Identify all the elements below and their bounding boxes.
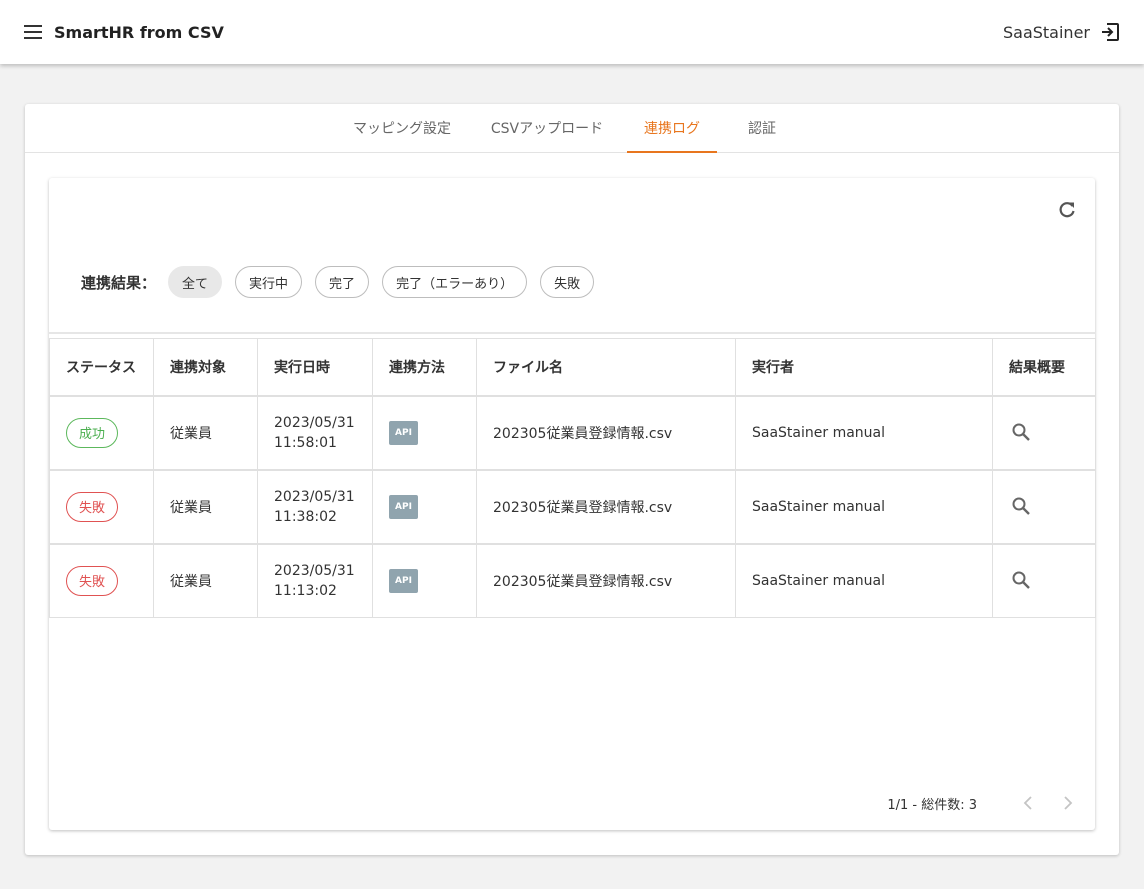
tab-bar: マッピング設定 CSVアップロード 連携ログ 認証 <box>25 104 1119 153</box>
search-icon[interactable] <box>1009 420 1033 444</box>
time-text: 11:38:02 <box>274 508 337 525</box>
filter-chip-complete[interactable]: 完了 <box>315 266 370 298</box>
main-card: マッピング設定 CSVアップロード 連携ログ 認証 連携結果： 全て 実行中 完… <box>25 104 1119 855</box>
target-cell: 従業員 <box>153 394 258 470</box>
table-row: 失敗 従業員 2023/05/31 11:38:02 API 202305従業員登… <box>49 468 1096 544</box>
table-row: 成功 従業員 2023/05/31 11:58:01 API 202305従業員登… <box>49 394 1096 470</box>
header-datetime: 実行日時 <box>257 338 373 396</box>
filter-label: 連携結果： <box>81 273 157 292</box>
user-name: SaaStainer <box>1002 22 1090 42</box>
executor-cell: SaaStainer manual <box>735 394 993 470</box>
chevron-right-icon[interactable] <box>1055 790 1081 816</box>
app-bar: SmartHR from CSV SaaStainer <box>0 0 1144 64</box>
status-badge: 失敗 <box>66 491 118 522</box>
date-text: 2023/05/31 <box>274 414 355 431</box>
filter-chip-failed[interactable]: 失敗 <box>540 266 595 298</box>
filename-cell: 202305従業員登録情報.csv <box>476 394 736 470</box>
filter-chip-running[interactable]: 実行中 <box>235 266 303 298</box>
menu-icon[interactable] <box>22 21 44 43</box>
filter-chip-complete-with-errors[interactable]: 完了（エラーあり） <box>382 266 528 298</box>
divider <box>49 332 1095 334</box>
filename-cell: 202305従業員登録情報.csv <box>476 468 736 544</box>
header-filename: ファイル名 <box>476 338 736 396</box>
filter-row: 連携結果： 全て 実行中 完了 完了（エラーあり） 失敗 <box>81 266 607 298</box>
filter-chip-all[interactable]: 全て <box>168 266 223 298</box>
table-header-row: ステータス 連携対象 実行日時 連携方法 ファイル名 実行者 結果概要 <box>49 338 1096 396</box>
executor-cell: SaaStainer manual <box>735 542 993 618</box>
header-status: ステータス <box>49 338 154 396</box>
date-text: 2023/05/31 <box>274 562 355 579</box>
header-method: 連携方法 <box>372 338 477 396</box>
pagination: 1/1 - 総件数: 3 <box>887 790 1081 816</box>
search-icon[interactable] <box>1009 568 1033 592</box>
logout-icon[interactable] <box>1098 20 1122 44</box>
filename-cell: 202305従業員登録情報.csv <box>476 542 736 618</box>
refresh-icon[interactable] <box>1055 198 1079 222</box>
api-badge: API <box>389 568 418 593</box>
header-target: 連携対象 <box>153 338 258 396</box>
date-text: 2023/05/31 <box>274 488 355 505</box>
target-cell: 従業員 <box>153 468 258 544</box>
executor-cell: SaaStainer manual <box>735 468 993 544</box>
table-row: 失敗 従業員 2023/05/31 11:13:02 API 202305従業員登… <box>49 542 1096 618</box>
tab-mapping[interactable]: マッピング設定 <box>337 104 467 152</box>
page-info: 1/1 - 総件数: 3 <box>887 797 977 813</box>
header-summary: 結果概要 <box>992 338 1096 396</box>
log-card: 連携結果： 全て 実行中 完了 完了（エラーあり） 失敗 ステータス 連携対象 … <box>49 178 1096 830</box>
status-badge: 成功 <box>66 417 118 448</box>
api-badge: API <box>389 494 418 519</box>
target-cell: 従業員 <box>153 542 258 618</box>
chevron-left-icon[interactable] <box>1015 790 1041 816</box>
tab-csv-upload[interactable]: CSVアップロード <box>467 104 627 152</box>
time-text: 11:58:01 <box>274 434 337 451</box>
api-badge: API <box>389 420 418 445</box>
time-text: 11:13:02 <box>274 582 337 599</box>
status-badge: 失敗 <box>66 565 118 596</box>
log-table: ステータス 連携対象 実行日時 連携方法 ファイル名 実行者 結果概要 成功 従… <box>49 338 1096 618</box>
app-title: SmartHR from CSV <box>54 22 224 42</box>
header-executor: 実行者 <box>735 338 993 396</box>
search-icon[interactable] <box>1009 494 1033 518</box>
tab-sync-log[interactable]: 連携ログ <box>627 104 717 153</box>
tab-auth[interactable]: 認証 <box>717 104 807 152</box>
